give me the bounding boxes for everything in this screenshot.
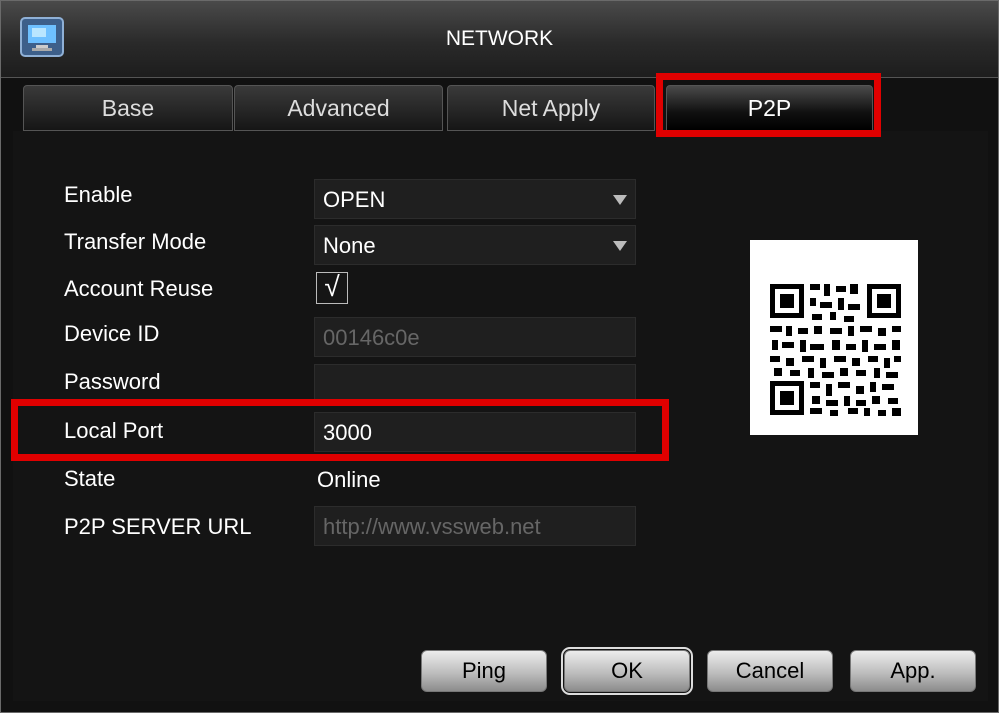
transfer-mode-label: Transfer Mode [64, 229, 207, 254]
apply-button[interactable]: App. [850, 650, 976, 692]
p2p-server-url-label: P2P SERVER URL [64, 514, 252, 539]
password-label: Password [64, 369, 161, 394]
network-dialog: NETWORK Base Advanced Net Apply P2P Enab… [0, 0, 999, 713]
transfer-mode-dropdown[interactable]: None [314, 225, 636, 265]
qr-code-icon [770, 284, 901, 416]
local-port-highlight [11, 399, 669, 461]
enable-label: Enable [64, 182, 133, 207]
p2p-server-url-field: http://www.vssweb.net [314, 506, 636, 546]
transfer-mode-value: None [323, 233, 376, 258]
tab-advanced[interactable]: Advanced [234, 85, 443, 131]
password-field[interactable] [314, 364, 636, 404]
tab-base[interactable]: Base [23, 85, 233, 131]
chevron-down-icon [613, 195, 627, 205]
account-reuse-label: Account Reuse [64, 276, 214, 301]
enable-dropdown[interactable]: OPEN [314, 179, 636, 219]
ping-button[interactable]: Ping [421, 650, 547, 692]
device-id-field: 00146c0e [314, 317, 636, 357]
cancel-button[interactable]: Cancel [707, 650, 833, 692]
account-reuse-checkbox[interactable]: √ [316, 272, 348, 304]
enable-value: OPEN [323, 187, 386, 212]
ok-button[interactable]: OK [561, 647, 693, 695]
device-id-label: Device ID [64, 321, 160, 346]
p2p-tab-highlight [656, 73, 881, 137]
tab-net-apply[interactable]: Net Apply [447, 85, 655, 131]
qr-code-panel [750, 240, 918, 435]
state-value: Online [317, 467, 381, 492]
chevron-down-icon [613, 241, 627, 251]
state-label: State [64, 466, 116, 491]
